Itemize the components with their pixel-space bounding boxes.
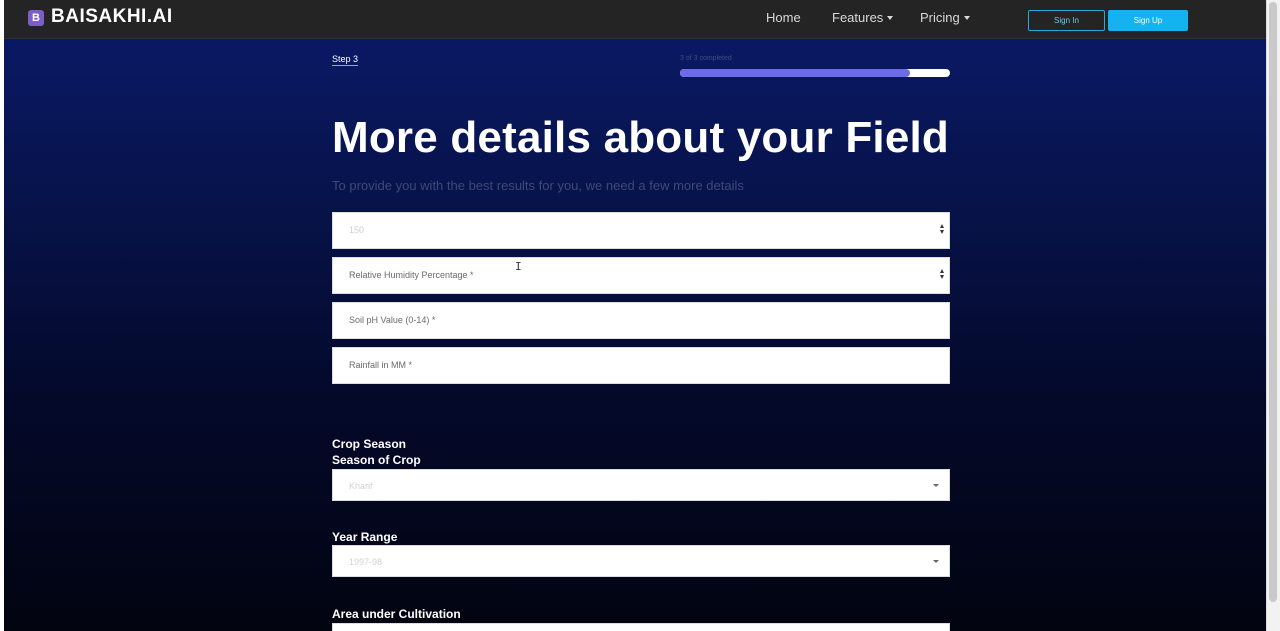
text-cursor-icon: I	[515, 260, 522, 273]
year-range-label: Year Range	[332, 530, 398, 544]
progress-bar-fill	[680, 69, 910, 77]
progress-text: 3 of 3 completed	[680, 55, 732, 62]
chevron-down-icon	[933, 560, 939, 563]
sign-up-button[interactable]: Sign Up	[1108, 10, 1188, 31]
brand-name: BAISAKHI.AI	[51, 6, 173, 27]
nav-pricing-label: Pricing	[920, 10, 960, 25]
chevron-down-icon	[933, 484, 939, 487]
scrollbar[interactable]	[1266, 0, 1280, 631]
navbar: B BAISAKHI.AI Home Features Pricing Sign…	[4, 0, 1266, 39]
bootstrap-icon: B	[28, 10, 44, 26]
caret-down-icon	[887, 16, 894, 20]
number-spinner-icon[interactable]	[940, 269, 946, 283]
year-range-select[interactable]: 1997-98	[332, 545, 950, 577]
progress-bar	[680, 69, 950, 77]
area-label: Area under Cultivation	[332, 607, 461, 621]
nav-features-label: Features	[832, 10, 884, 25]
humidity-placeholder: Relative Humidity Percentage *	[349, 270, 474, 280]
scrollbar-thumb[interactable]	[1269, 2, 1277, 602]
season-select[interactable]: Kharif	[332, 469, 950, 501]
season-selected-value: Kharif	[349, 481, 373, 491]
humidity-input[interactable]: Relative Humidity Percentage *	[332, 257, 950, 294]
year-range-selected-value: 1997-98	[349, 557, 383, 567]
caret-down-icon	[963, 16, 970, 20]
soil-ph-placeholder: Soil pH Value (0-14) *	[349, 315, 436, 325]
soil-ph-input[interactable]: Soil pH Value (0-14) *	[332, 302, 950, 339]
rainfall-input[interactable]: Rainfall in MM *	[332, 347, 950, 384]
page-viewport: B BAISAKHI.AI Home Features Pricing Sign…	[4, 0, 1266, 631]
nav-features-dropdown[interactable]: Features	[832, 10, 894, 25]
rainfall-placeholder: Rainfall in MM *	[349, 360, 413, 370]
temperature-input[interactable]: 150	[332, 212, 950, 249]
sign-in-button[interactable]: Sign In	[1028, 10, 1105, 31]
page-title: More details about your Field	[332, 113, 949, 162]
nav-home-label: Home	[766, 10, 801, 25]
nav-pricing-dropdown[interactable]: Pricing	[920, 10, 970, 25]
nav-home-link[interactable]: Home	[766, 10, 801, 25]
season-of-crop-label: Season of Crop	[332, 453, 421, 467]
step-label: Step 3	[332, 54, 359, 66]
number-spinner-icon[interactable]	[940, 224, 946, 238]
temperature-value: 150	[349, 225, 365, 235]
crop-season-heading: Crop Season	[332, 437, 407, 451]
brand-logo[interactable]: B BAISAKHI.AI	[28, 6, 173, 28]
page-subtitle: To provide you with the best results for…	[332, 178, 744, 193]
area-input[interactable]	[332, 623, 950, 631]
